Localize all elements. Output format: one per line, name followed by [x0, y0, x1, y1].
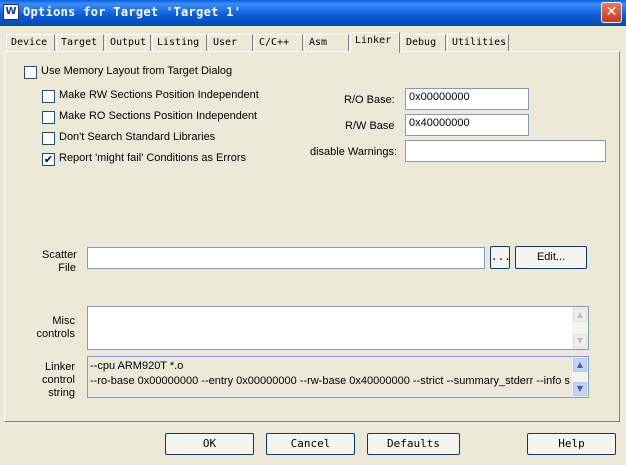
might-fail-errors-label: Report 'might fail' Conditions as Errors — [59, 152, 246, 164]
scatter-edit-button[interactable]: Edit... — [515, 246, 587, 269]
linker-control-line-2: --ro-base 0x00000000 --entry 0x00000000 … — [90, 375, 570, 387]
tab-user[interactable]: User — [208, 34, 253, 52]
linker-control-label-line2: control — [41, 374, 75, 386]
linker-scroll-down-icon[interactable]: ▼ — [573, 382, 587, 396]
linker-control-string[interactable]: --cpu ARM920T *.o --ro-base 0x00000000 -… — [87, 356, 589, 398]
misc-label-line1: Misc — [52, 315, 75, 327]
misc-label-line2: controls — [36, 328, 75, 340]
scatter-label-line1: Scatter — [42, 249, 77, 261]
disable-warnings-input[interactable] — [405, 140, 606, 162]
ro-position-independent-checkbox[interactable] — [42, 111, 55, 124]
tab-device[interactable]: Device — [6, 34, 55, 52]
ok-button[interactable]: OK — [165, 433, 254, 455]
tab-output[interactable]: Output — [105, 34, 151, 52]
scatter-browse-button[interactable]: ... — [490, 246, 511, 269]
dont-search-libraries-checkbox[interactable] — [42, 132, 55, 145]
ro-base-label: R/O Base: — [344, 94, 395, 106]
misc-scroll-down-icon[interactable]: ▼ — [573, 334, 587, 348]
cancel-button[interactable]: Cancel — [266, 433, 355, 455]
dont-search-libraries-label: Don't Search Standard Libraries — [59, 131, 216, 143]
misc-scrollbar[interactable]: ▲ ▼ — [572, 307, 588, 349]
misc-scroll-up-icon[interactable]: ▲ — [573, 308, 587, 322]
app-icon: W — [3, 4, 19, 20]
rw-position-independent-label: Make RW Sections Position Independent — [59, 89, 259, 101]
disable-warnings-label: disable Warnings: — [310, 146, 398, 158]
tab-debug[interactable]: Debug — [401, 34, 446, 52]
ro-position-independent-label: Make RO Sections Position Independent — [59, 110, 258, 122]
tab-linker[interactable]: Linker — [350, 32, 400, 53]
scatter-file-input[interactable] — [87, 247, 485, 269]
linker-scroll-up-icon[interactable]: ▲ — [573, 358, 587, 372]
linker-control-scrollbar[interactable]: ▲ ▼ — [572, 357, 588, 397]
rw-position-independent-checkbox[interactable] — [42, 90, 55, 103]
linker-control-label-line1: Linker — [45, 361, 75, 373]
might-fail-errors-checkbox[interactable]: ✔ — [42, 153, 55, 166]
help-button[interactable]: Help — [527, 433, 616, 455]
scatter-label-line2: File — [58, 262, 76, 274]
title-bar: W Options for Target 'Target 1' ✕ — [0, 0, 626, 26]
use-memory-layout-checkbox[interactable] — [24, 66, 37, 79]
rw-base-label: R/W Base — [345, 120, 395, 132]
linker-control-line-1: --cpu ARM920T *.o — [90, 360, 184, 372]
misc-controls-textarea[interactable]: ▲ ▼ — [87, 306, 589, 350]
ro-base-input[interactable]: 0x00000000 — [405, 88, 529, 110]
tab-utilities[interactable]: Utilities — [447, 34, 509, 52]
rw-base-input[interactable]: 0x40000000 — [405, 114, 529, 136]
tab-c-cpp[interactable]: C/C++ — [254, 34, 303, 52]
tab-listing[interactable]: Listing — [152, 34, 207, 52]
window-title: Options for Target 'Target 1' — [23, 5, 242, 19]
tab-target[interactable]: Target — [56, 34, 104, 52]
defaults-button[interactable]: Defaults — [367, 433, 460, 455]
tab-asm[interactable]: Asm — [304, 34, 349, 52]
close-icon[interactable]: ✕ — [601, 2, 622, 23]
use-memory-layout-label: Use Memory Layout from Target Dialog — [41, 65, 233, 77]
linker-control-label-line3: string — [48, 387, 75, 399]
